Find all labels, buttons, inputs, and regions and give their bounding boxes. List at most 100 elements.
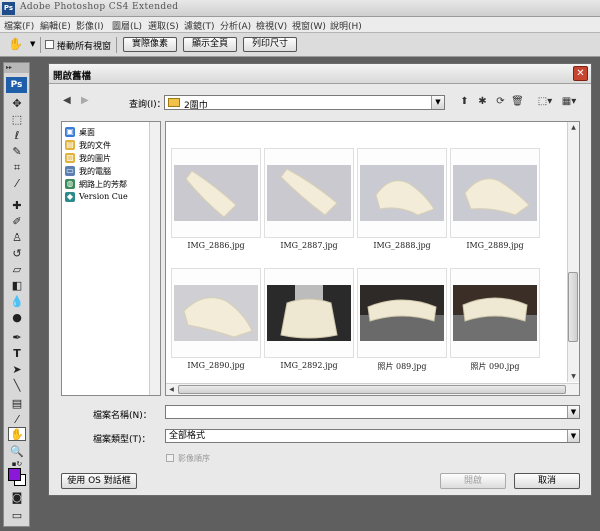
dialog-title: 開啟舊檔: [53, 71, 92, 82]
view-menu-icon[interactable]: ▦▾: [560, 96, 578, 108]
eyedropper-tool-icon[interactable]: ⁄: [8, 413, 26, 427]
look-in-label: 查詢(I)：: [129, 100, 166, 110]
actual-pixels-button[interactable]: 實際像素: [123, 37, 177, 52]
brush-tool-icon[interactable]: ✐: [8, 215, 26, 229]
file-name-label: IMG_2888.jpg: [373, 241, 431, 250]
healing-brush-tool-icon[interactable]: ✚: [8, 199, 26, 213]
file-item[interactable]: 照片 089.jpg: [357, 268, 447, 388]
menu-analysis[interactable]: 分析(A): [220, 19, 251, 32]
look-in-dropdown[interactable]: 2圍巾 ▼: [164, 95, 445, 111]
tools-panel: ▸▸ Ps ✥ ⬚ ℓ ✎ ⌗ ⁄ ✚ ✐ ♙ ↺ ▱ ◧ 💧 ● ✒ T ➤ …: [3, 62, 30, 527]
gradient-tool-icon[interactable]: ◧: [8, 279, 26, 293]
dodge-tool-icon[interactable]: ●: [8, 311, 26, 325]
menu-filter[interactable]: 濾鏡(T): [184, 19, 215, 32]
file-item[interactable]: IMG_2886.jpg: [171, 148, 261, 268]
thumbnail-frame: [357, 148, 447, 238]
file-item[interactable]: IMG_2887.jpg: [264, 148, 354, 268]
file-type-value: 全部格式: [169, 431, 206, 441]
quick-mask-icon[interactable]: ◙: [8, 491, 26, 505]
menu-view[interactable]: 檢視(V): [256, 19, 287, 32]
image-sequence-checkbox[interactable]: [166, 454, 174, 462]
menu-window[interactable]: 視窗(W): [292, 19, 326, 32]
file-pane-horizontal-scrollbar[interactable]: ◀: [166, 383, 579, 395]
file-item[interactable]: IMG_2889.jpg: [450, 148, 540, 268]
vertical-scroll-thumb[interactable]: [568, 272, 578, 342]
crop-tool-icon[interactable]: ⌗: [8, 161, 26, 175]
file-name-label: IMG_2892.jpg: [280, 361, 338, 370]
options-divider: [116, 37, 117, 53]
file-item[interactable]: IMG_2890.jpg: [171, 268, 261, 388]
line-tool-icon[interactable]: ╲: [8, 379, 26, 393]
quick-select-tool-icon[interactable]: ✎: [8, 145, 26, 159]
foreground-color-swatch[interactable]: [8, 468, 21, 481]
menu-edit[interactable]: 編輯(E): [40, 19, 71, 32]
file-pane-vertical-scrollbar[interactable]: ▲ ▼: [567, 122, 579, 382]
eraser-tool-icon[interactable]: ▱: [8, 263, 26, 277]
pictures-icon: ▨: [65, 153, 75, 163]
menu-layer[interactable]: 圖層(L): [112, 19, 142, 32]
new-folder-icon[interactable]: ✱: [476, 96, 489, 108]
clone-stamp-tool-icon[interactable]: ♙: [8, 231, 26, 245]
move-tool-icon[interactable]: ✥: [8, 97, 26, 111]
tool-preset-arrow-icon[interactable]: ▼: [30, 40, 35, 48]
pen-tool-icon[interactable]: ✒: [8, 331, 26, 345]
forward-arrow-icon[interactable]: ▶: [81, 95, 89, 106]
desktop-icon: ▣: [65, 127, 75, 137]
hand-tool-icon[interactable]: ✋: [8, 427, 26, 441]
notes-tool-icon[interactable]: ▤: [8, 397, 26, 411]
place-label: 我的電腦: [79, 167, 111, 176]
scroll-left-icon[interactable]: ◀: [166, 384, 177, 395]
thumbnail-frame: [450, 148, 540, 238]
scroll-down-icon[interactable]: ▼: [568, 371, 579, 382]
thumbnail-image: [267, 165, 351, 221]
fit-screen-button[interactable]: 顯示全頁: [183, 37, 237, 52]
horizontal-scroll-thumb[interactable]: [178, 385, 566, 394]
lasso-tool-icon[interactable]: ℓ: [8, 129, 26, 143]
thumbnail-image: [174, 165, 258, 221]
hand-tool-icon[interactable]: ✋: [8, 37, 23, 51]
file-item[interactable]: IMG_2892.jpg: [264, 268, 354, 388]
refresh-icon[interactable]: ⟳: [494, 96, 507, 108]
chevron-down-icon[interactable]: ▼: [567, 406, 579, 418]
file-name-input[interactable]: ▼: [165, 405, 580, 419]
file-name-label: 照片 089.jpg: [377, 362, 427, 371]
file-item[interactable]: 照片 090.jpg: [450, 268, 540, 388]
chevron-down-icon[interactable]: ▼: [567, 430, 579, 442]
file-type-select[interactable]: 全部格式 ▼: [165, 429, 580, 443]
close-icon[interactable]: ✕: [573, 66, 588, 81]
blur-tool-icon[interactable]: 💧: [8, 295, 26, 309]
delete-icon[interactable]: 🗑: [511, 96, 524, 108]
places-scrollbar[interactable]: [149, 122, 160, 395]
screen-mode-icon[interactable]: ▭: [8, 509, 26, 523]
menu-image[interactable]: 影像(I): [76, 19, 104, 32]
look-in-value: 2圍巾: [184, 101, 208, 111]
adobe-menu-icon[interactable]: ⬚▾: [536, 96, 554, 108]
place-label: 我的文件: [79, 141, 111, 150]
path-select-tool-icon[interactable]: ➤: [8, 363, 26, 377]
scroll-all-windows-checkbox[interactable]: [45, 40, 54, 49]
menu-file[interactable]: 檔案(F): [4, 19, 34, 32]
open-button[interactable]: 開啟: [440, 473, 506, 489]
thumbnail-frame: [357, 268, 447, 358]
type-tool-icon[interactable]: T: [8, 347, 26, 361]
thumbnail-image: [174, 285, 258, 341]
file-type-label: 檔案類型(T)：: [93, 435, 151, 445]
menu-help[interactable]: 說明(H): [330, 19, 362, 32]
marquee-tool-icon[interactable]: ⬚: [8, 113, 26, 127]
chevron-down-icon[interactable]: ▼: [431, 96, 444, 109]
up-folder-icon[interactable]: ⬆: [458, 96, 471, 108]
tools-panel-collapse-icon[interactable]: ▸▸: [4, 63, 29, 73]
menu-select[interactable]: 選取(S): [148, 19, 179, 32]
scroll-up-icon[interactable]: ▲: [568, 122, 579, 133]
history-brush-tool-icon[interactable]: ↺: [8, 247, 26, 261]
thumbnail-frame: [450, 268, 540, 358]
use-os-dialog-button[interactable]: 使用 OS 對話框: [61, 473, 137, 489]
back-arrow-icon[interactable]: ◀: [63, 95, 71, 106]
eyedropper-tool-icon[interactable]: ⁄: [8, 177, 26, 191]
photoshop-logo-icon[interactable]: Ps: [6, 77, 27, 93]
file-item[interactable]: IMG_2888.jpg: [357, 148, 447, 268]
file-name-label: IMG_2889.jpg: [466, 241, 524, 250]
cancel-button[interactable]: 取消: [514, 473, 580, 489]
place-label: 我的圖片: [79, 154, 111, 163]
print-size-button[interactable]: 列印尺寸: [243, 37, 297, 52]
